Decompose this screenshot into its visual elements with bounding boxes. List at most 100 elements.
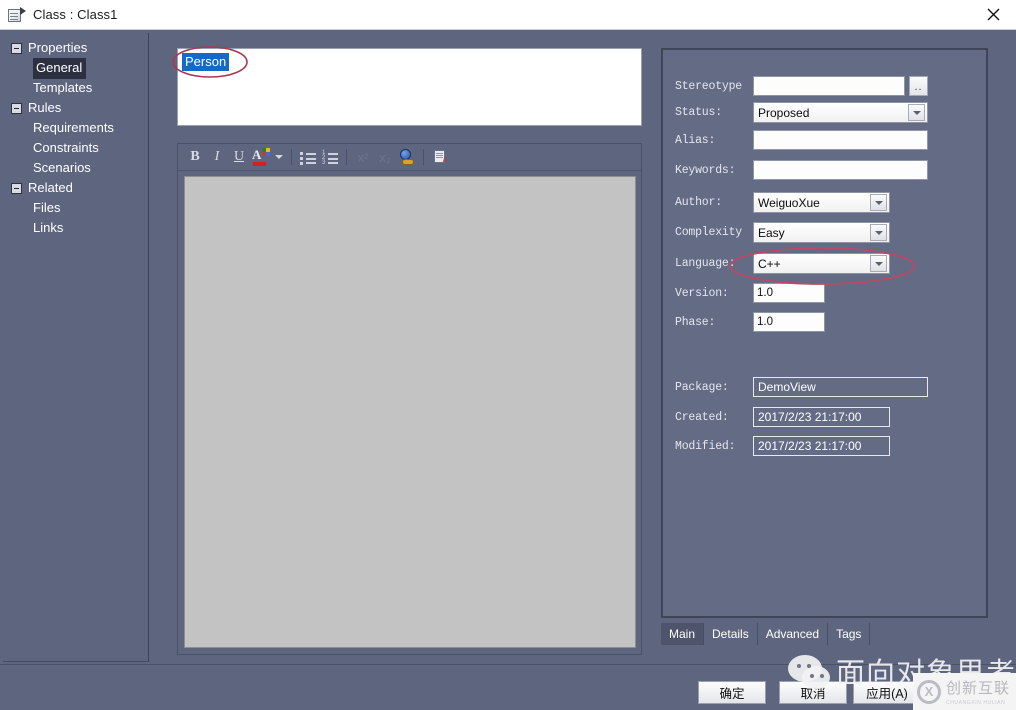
sidebar-item-files[interactable]: Files	[3, 198, 148, 218]
font-color-button[interactable]: A	[250, 146, 272, 168]
properties-tab-bar: Main Details Advanced Tags	[661, 623, 988, 645]
bold-button[interactable]: B	[184, 146, 206, 168]
modified-value: 2017/2/23 21:17:00	[753, 436, 890, 456]
field-label: Version:	[675, 286, 729, 300]
version-input[interactable]: 1.0	[753, 283, 825, 303]
window-title: Class : Class1	[33, 7, 118, 22]
chevron-down-icon[interactable]	[870, 255, 887, 272]
bullet-list-icon	[300, 151, 316, 165]
field-label: Status:	[675, 106, 722, 119]
toolbar-divider	[346, 149, 347, 165]
author-combo[interactable]: WeiguoXue	[753, 192, 890, 213]
field-language: Language: C++	[675, 253, 890, 274]
field-status: Status: Proposed	[675, 102, 928, 123]
collapse-box-icon[interactable]	[11, 42, 22, 54]
numbered-list-button[interactable]: 1 2 3	[319, 146, 341, 168]
tab-details[interactable]: Details	[704, 623, 758, 645]
sidebar-item-constraints[interactable]: Constraints	[3, 138, 148, 158]
sidebar-item-label: Rules	[28, 100, 62, 115]
phase-input[interactable]: 1.0	[753, 312, 825, 332]
bullet-list-button[interactable]	[297, 146, 319, 168]
field-label: Stereotype	[675, 79, 743, 93]
sidebar-item-label: Scenarios	[33, 160, 91, 175]
hyperlink-button[interactable]	[396, 146, 418, 168]
alias-input[interactable]	[753, 130, 928, 150]
stereotype-picker-button[interactable]: ..	[909, 76, 928, 96]
sidebar-item-label: Related	[28, 180, 73, 195]
dialog-window: Class : Class1 Properties General Templa…	[0, 0, 1016, 710]
sidebar-item-label: General	[33, 57, 87, 79]
field-complexity: Complexity Easy	[675, 222, 890, 243]
field-package: Package: DemoView	[675, 377, 928, 397]
cancel-button[interactable]: 取消	[779, 681, 847, 704]
complexity-combo-value: Easy	[758, 225, 785, 240]
sidebar-item-label: Links	[33, 220, 64, 235]
status-combo[interactable]: Proposed	[753, 102, 928, 123]
field-keywords: Keywords:	[675, 160, 928, 180]
notes-editor: B I U A 1 2 3 x² x₂ A	[177, 143, 642, 655]
field-label: Alias:	[675, 133, 716, 147]
sidebar-item-label: Files	[33, 200, 61, 215]
subscript-button[interactable]: x₂	[374, 146, 396, 168]
apply-button[interactable]: 应用(A)	[853, 681, 921, 704]
chevron-down-icon[interactable]	[870, 224, 887, 241]
close-icon[interactable]	[970, 0, 1016, 29]
field-label: Author:	[675, 196, 722, 209]
field-stereotype: Stereotype ..	[675, 76, 928, 96]
sidebar-item-requirements[interactable]: Requirements	[3, 118, 148, 138]
language-combo-value: C++	[758, 256, 781, 271]
globe-link-icon	[398, 149, 416, 165]
toolbar-divider	[291, 149, 292, 165]
superscript-button[interactable]: x²	[352, 146, 374, 168]
name-input-value: Person	[182, 53, 230, 71]
field-created: Created: 2017/2/23 21:17:00	[675, 407, 890, 427]
toolbar-divider	[423, 149, 424, 165]
font-color-dropdown[interactable]	[272, 146, 286, 168]
stereotype-input[interactable]	[753, 76, 905, 96]
notes-text-area[interactable]	[184, 176, 636, 648]
chevron-down-icon[interactable]	[908, 104, 925, 121]
field-label: Keywords:	[675, 163, 736, 177]
font-color-icon: A	[252, 147, 270, 166]
chevron-down-icon	[275, 155, 283, 159]
field-label: Complexity	[675, 226, 743, 239]
brand-name: 创新互联	[946, 679, 1011, 697]
language-combo[interactable]: C++	[753, 253, 890, 274]
class-document-icon	[8, 6, 26, 23]
navigation-tree: Properties General Templates Rules Requi…	[3, 33, 149, 662]
document-icon: A	[433, 149, 447, 165]
sidebar-item-rules[interactable]: Rules	[3, 98, 148, 118]
tab-tags[interactable]: Tags	[828, 623, 871, 645]
insert-document-button[interactable]: A	[429, 146, 451, 168]
chevron-down-icon[interactable]	[870, 194, 887, 211]
created-value: 2017/2/23 21:17:00	[753, 407, 890, 427]
author-combo-value: WeiguoXue	[758, 195, 820, 210]
notes-toolbar: B I U A 1 2 3 x² x₂ A	[178, 144, 641, 171]
keywords-input[interactable]	[753, 160, 928, 180]
title-bar: Class : Class1	[0, 0, 1016, 30]
brand-tagline: CHUANGXIN HULIAN	[946, 700, 1006, 706]
ok-button[interactable]: 确定	[698, 681, 766, 704]
name-input[interactable]: Person	[177, 48, 642, 126]
tab-main[interactable]: Main	[661, 623, 705, 645]
sidebar-item-general[interactable]: General	[3, 57, 148, 79]
sidebar-item-related[interactable]: Related	[3, 178, 148, 198]
properties-panel: Stereotype .. Status: Proposed Alias: Ke…	[661, 48, 988, 618]
underline-button[interactable]: U	[228, 146, 250, 168]
sidebar-item-properties[interactable]: Properties	[3, 38, 148, 58]
field-alias: Alias:	[675, 130, 928, 150]
tab-advanced[interactable]: Advanced	[758, 623, 829, 645]
sidebar-item-scenarios[interactable]: Scenarios	[3, 158, 148, 178]
complexity-combo[interactable]: Easy	[753, 222, 890, 243]
sidebar-item-links[interactable]: Links	[3, 218, 148, 238]
collapse-box-icon[interactable]	[11, 102, 22, 114]
collapse-box-icon[interactable]	[11, 182, 22, 194]
sidebar-item-templates[interactable]: Templates	[3, 78, 148, 98]
package-value: DemoView	[753, 377, 928, 397]
status-combo-value: Proposed	[758, 105, 810, 120]
italic-button[interactable]: I	[206, 146, 228, 168]
brand-watermark-text: 创新互联 CHUANGXIN HULIAN	[946, 677, 1010, 706]
field-author: Author: WeiguoXue	[675, 192, 890, 213]
footer-divider	[0, 664, 1016, 665]
sidebar-item-label: Requirements	[33, 120, 114, 135]
